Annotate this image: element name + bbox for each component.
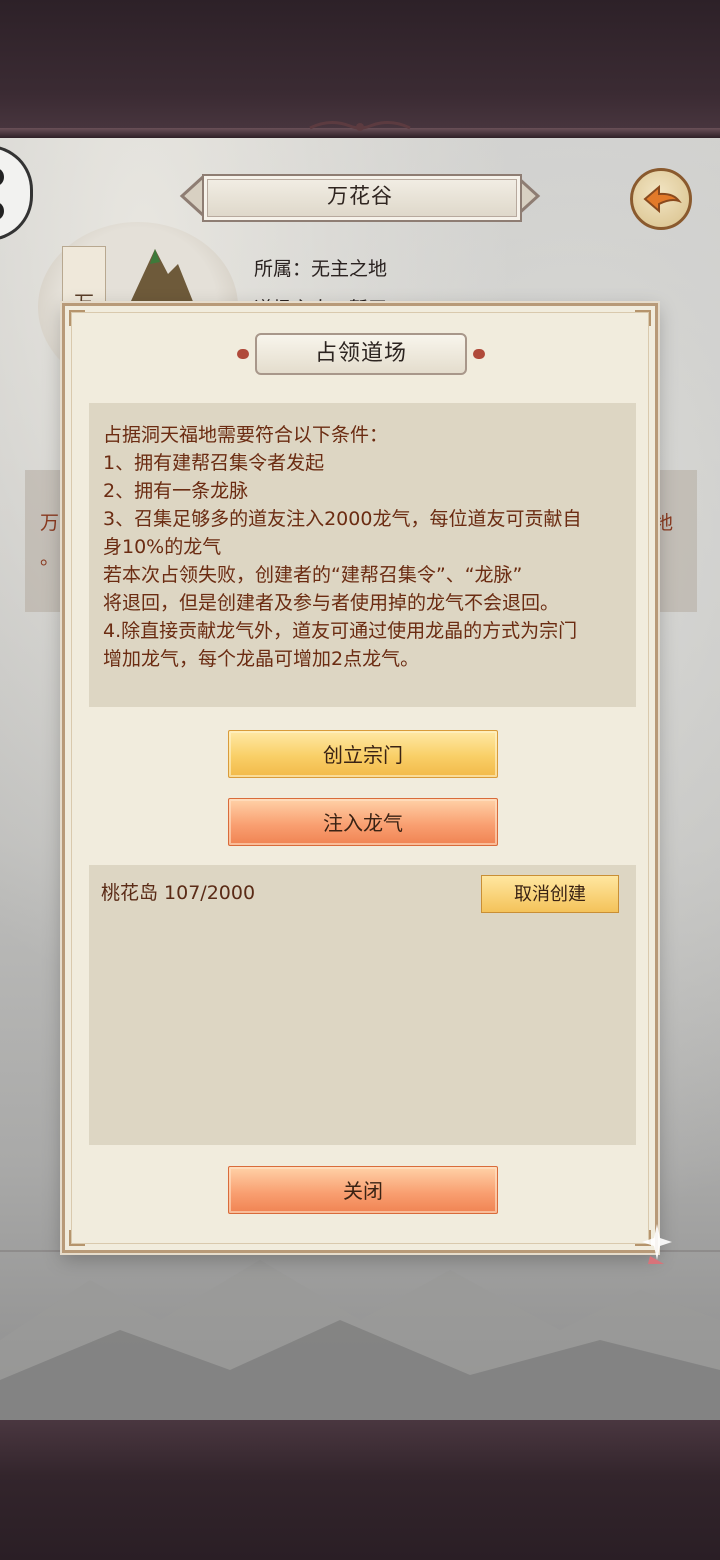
rule-line: 4.除直接贡献龙气外，道友可通过使用龙晶的方式为宗门 <box>103 620 578 642</box>
back-arrow-icon <box>643 184 682 214</box>
location-title-plate: 万花谷 <box>178 171 542 222</box>
background-text-left: 万 <box>40 512 60 534</box>
rule-line: 身10%的龙气 <box>103 536 222 558</box>
rules-box: 占据洞天福地需要符合以下条件： 1、拥有建帮召集令者发起 2、拥有一条龙脉 3、… <box>89 403 636 707</box>
rule-line: 3、召集足够多的道友注入2000龙气，每位道友可贡献自 <box>103 508 582 530</box>
rule-line: 将退回，但是创建者及参与者使用掉的龙气不会退回。 <box>103 592 560 614</box>
rule-line: 若本次占领失败，创建者的“建帮召集令”、“龙脉” <box>103 564 523 586</box>
create-sect-button[interactable]: 创立宗门 <box>228 730 498 778</box>
dialog-title: 占领道场 <box>314 341 407 366</box>
bottom-band <box>0 1420 720 1560</box>
sparkle-icon <box>642 1224 672 1264</box>
back-button[interactable] <box>630 168 692 230</box>
corner-ornament-icon <box>635 310 651 326</box>
rule-line: 占据洞天福地需要符合以下条件： <box>103 424 389 446</box>
ornament-icon <box>309 121 411 131</box>
dialog-title-plate: 占领道场 <box>237 330 485 378</box>
background-text-left2: 。 <box>40 547 60 569</box>
corner-ornament-icon <box>69 310 85 326</box>
rule-line: 增加龙气，每个龙晶可增加2点龙气。 <box>103 648 420 670</box>
occupy-dialog: 占领道场 占据洞天福地需要符合以下条件： 1、拥有建帮召集令者发起 2、拥有一条… <box>62 303 658 1253</box>
creation-list: 桃花岛 107/2000 取消创建 <box>89 865 636 1145</box>
list-item-progress: 桃花岛 107/2000 <box>101 882 256 904</box>
cancel-create-button[interactable]: 取消创建 <box>481 875 619 913</box>
location-title: 万花谷 <box>327 184 393 208</box>
owner-label: 所属：无主之地 <box>254 258 388 280</box>
rule-line: 2、拥有一条龙脉 <box>103 480 249 502</box>
corner-ornament-icon <box>69 1230 85 1246</box>
close-button[interactable]: 关闭 <box>228 1166 498 1214</box>
inject-qi-button[interactable]: 注入龙气 <box>228 798 498 846</box>
top-band <box>0 0 720 135</box>
rule-line: 1、拥有建帮召集令者发起 <box>103 452 325 474</box>
